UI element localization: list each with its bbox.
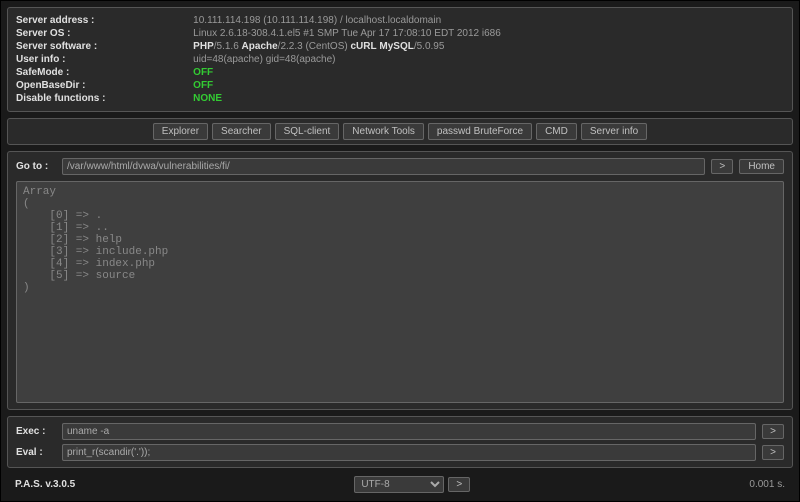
server-info-panel: Server address : 10.111.114.198 (10.111.… (7, 7, 793, 112)
goto-input[interactable] (62, 158, 705, 175)
label-openbasedir: OpenBaseDir : (16, 79, 193, 92)
nav-panel: Explorer Searcher SQL-client Network Too… (7, 118, 793, 145)
nav-searcher[interactable]: Searcher (212, 123, 271, 140)
timing-label: 0.001 s. (749, 479, 785, 490)
exec-input[interactable] (62, 423, 756, 440)
goto-label: Go to : (16, 161, 56, 172)
main-panel: Go to : > Home Array ( [0] => . [1] => .… (7, 151, 793, 410)
label-server-software: Server software : (16, 40, 193, 53)
value-server-software: PHP/5.1.6 Apache/2.2.3 (CentOS) cURL MyS… (193, 40, 784, 53)
row-safemode: SafeMode : OFF (16, 66, 784, 79)
row-server-address: Server address : 10.111.114.198 (10.111.… (16, 14, 784, 27)
value-disable-functions: NONE (193, 92, 784, 105)
value-safemode: OFF (193, 66, 784, 79)
nav-sql-client[interactable]: SQL-client (275, 123, 340, 140)
eval-row: Eval : > (16, 444, 784, 461)
eval-input[interactable] (62, 444, 756, 461)
cmd-panel: Exec : > Eval : > (7, 416, 793, 468)
version-label: P.A.S. v.3.0.5 (15, 479, 75, 490)
info-table: Server address : 10.111.114.198 (10.111.… (16, 14, 784, 105)
exec-button[interactable]: > (762, 424, 784, 439)
value-server-address: 10.111.114.198 (10.111.114.198) / localh… (193, 14, 784, 27)
label-user-info: User info : (16, 53, 193, 66)
row-server-os: Server OS : Linux 2.6.18-308.4.1.el5 #1 … (16, 27, 784, 40)
value-openbasedir: OFF (193, 79, 784, 92)
home-button[interactable]: Home (739, 159, 784, 174)
exec-row: Exec : > (16, 423, 784, 440)
value-user-info: uid=48(apache) gid=48(apache) (193, 53, 784, 66)
row-openbasedir: OpenBaseDir : OFF (16, 79, 784, 92)
value-server-os: Linux 2.6.18-308.4.1.el5 #1 SMP Tue Apr … (193, 27, 784, 40)
encoding-select[interactable]: UTF-8 (354, 476, 444, 493)
label-disable-functions: Disable functions : (16, 92, 193, 105)
output-area[interactable]: Array ( [0] => . [1] => .. [2] => help [… (16, 181, 784, 403)
row-user-info: User info : uid=48(apache) gid=48(apache… (16, 53, 784, 66)
goto-row: Go to : > Home (16, 158, 784, 175)
label-safemode: SafeMode : (16, 66, 193, 79)
label-server-os: Server OS : (16, 27, 193, 40)
eval-button[interactable]: > (762, 445, 784, 460)
footer-bar: P.A.S. v.3.0.5 UTF-8 > 0.001 s. (7, 474, 793, 495)
label-server-address: Server address : (16, 14, 193, 27)
exec-label: Exec : (16, 426, 56, 437)
row-server-software: Server software : PHP/5.1.6 Apache/2.2.3… (16, 40, 784, 53)
row-disable-functions: Disable functions : NONE (16, 92, 784, 105)
eval-label: Eval : (16, 447, 56, 458)
nav-server-info[interactable]: Server info (581, 123, 647, 140)
nav-explorer[interactable]: Explorer (153, 123, 208, 140)
nav-row: Explorer Searcher SQL-client Network Too… (12, 123, 788, 140)
encoding-go-button[interactable]: > (448, 477, 470, 492)
goto-button[interactable]: > (711, 159, 733, 174)
nav-passwd-bruteforce[interactable]: passwd BruteForce (428, 123, 532, 140)
nav-cmd[interactable]: CMD (536, 123, 577, 140)
nav-network-tools[interactable]: Network Tools (343, 123, 424, 140)
